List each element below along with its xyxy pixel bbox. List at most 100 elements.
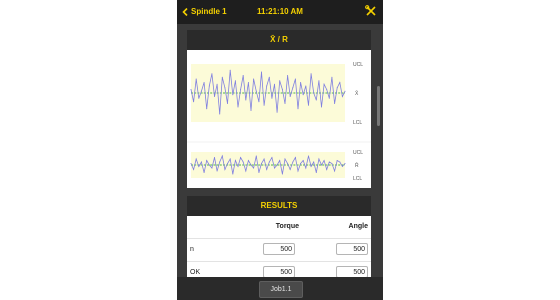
xbar-point — [263, 104, 265, 106]
range-point — [294, 157, 296, 158]
xbar-point — [245, 99, 247, 101]
range-point — [331, 163, 333, 164]
xbar-point — [255, 90, 257, 92]
range-point — [336, 160, 338, 161]
job-button[interactable]: Job1.1 — [259, 281, 303, 298]
results-card: RESULTS Torque Angle n 500 500 OK 500 50… — [187, 196, 371, 277]
xbar-point — [292, 87, 294, 89]
range-point — [253, 167, 255, 169]
xbar-point — [258, 101, 260, 103]
xbar-point — [284, 103, 286, 104]
xbar-point — [232, 94, 234, 96]
xbar-lcl-label: LCL — [353, 120, 362, 126]
xbar-point — [318, 80, 320, 82]
range-ucl-label: UCL — [353, 150, 363, 156]
range-point — [310, 166, 312, 167]
range-point — [341, 166, 343, 167]
range-point — [237, 166, 239, 167]
scrollbar[interactable] — [377, 86, 380, 126]
xbar-point — [323, 83, 325, 85]
xbar-point — [268, 76, 270, 78]
tools-button[interactable] — [365, 5, 377, 19]
range-point — [211, 167, 213, 169]
n-angle-value: 500 — [336, 243, 368, 255]
range-point — [315, 172, 317, 173]
xbar-point — [208, 85, 210, 87]
device-screen: Spindle 1 11:21:10 AM X̄ / R UCL X̄ LCL UCL… — [177, 0, 383, 300]
xbar-point — [211, 73, 213, 75]
results-header-row: Torque Angle — [187, 216, 371, 239]
xbar-point — [339, 82, 341, 83]
range-point — [261, 163, 262, 164]
xbar-point — [289, 96, 291, 97]
xbar-point — [203, 82, 205, 83]
main-content[interactable]: X̄ / R UCL X̄ LCL UCL R̄ LCL RESULTS Torque A… — [177, 24, 383, 277]
xbar-point — [198, 97, 200, 99]
xbar-point — [297, 108, 299, 110]
clock-time: 11:21:10 AM — [257, 7, 303, 16]
range-point — [198, 166, 200, 167]
range-mean-label: R̄ — [355, 162, 359, 169]
range-point — [232, 173, 234, 175]
range-point — [193, 169, 195, 170]
n-torque-value: 500 — [263, 243, 295, 255]
xbar-point — [214, 96, 215, 97]
xbar-point — [276, 111, 278, 113]
row-label-ok: OK — [190, 269, 201, 276]
range-point — [195, 158, 197, 160]
range-point — [266, 169, 268, 170]
tools-icon — [365, 5, 376, 16]
range-point — [214, 157, 215, 158]
range-point — [302, 160, 304, 161]
xbar-point — [321, 106, 322, 108]
xbar-point — [302, 94, 304, 96]
xbar-point — [341, 96, 343, 97]
range-point — [227, 163, 228, 164]
results-title: RESULTS — [187, 196, 371, 216]
range-point — [229, 158, 231, 160]
range-point — [313, 161, 315, 163]
chart-card-title: X̄ / R — [187, 30, 371, 50]
xbar-point — [219, 113, 221, 115]
xbar-point — [336, 87, 338, 89]
xbar-point — [328, 97, 330, 99]
xbar-point — [229, 69, 231, 71]
xbar-point — [287, 75, 289, 76]
xbar-point — [206, 108, 208, 110]
xbar-ucl-label: UCL — [353, 62, 363, 68]
xbar-point — [193, 101, 195, 103]
xbar-point — [221, 76, 223, 78]
xbar-point — [253, 78, 255, 80]
range-point — [276, 164, 278, 166]
range-point — [245, 170, 247, 172]
xbar-point — [250, 110, 252, 111]
range-point — [247, 160, 249, 161]
range-point — [271, 157, 273, 158]
range-point — [263, 158, 265, 160]
range-point — [321, 164, 322, 166]
range-point — [274, 167, 275, 169]
range-point — [219, 161, 221, 163]
range-point — [208, 164, 210, 166]
xbar-point — [300, 82, 302, 83]
range-point — [250, 164, 252, 166]
xbar-point — [261, 71, 262, 73]
range-point — [240, 157, 242, 158]
range-point — [203, 172, 205, 173]
xbar-point — [242, 75, 244, 76]
xbar-point — [281, 89, 283, 90]
range-point — [242, 161, 244, 163]
range-point — [297, 170, 299, 172]
ok-torque-value: 500 — [263, 266, 295, 277]
xbar-point — [240, 89, 242, 90]
range-point — [323, 160, 325, 161]
range-point — [281, 173, 283, 175]
xbar-point — [315, 99, 317, 101]
xbar-point — [234, 80, 236, 82]
range-point — [334, 170, 336, 172]
range-point — [292, 161, 294, 163]
range-point — [216, 170, 218, 172]
xbar-point — [310, 73, 312, 75]
xbar-point — [305, 85, 307, 87]
xbar-point — [294, 78, 296, 80]
